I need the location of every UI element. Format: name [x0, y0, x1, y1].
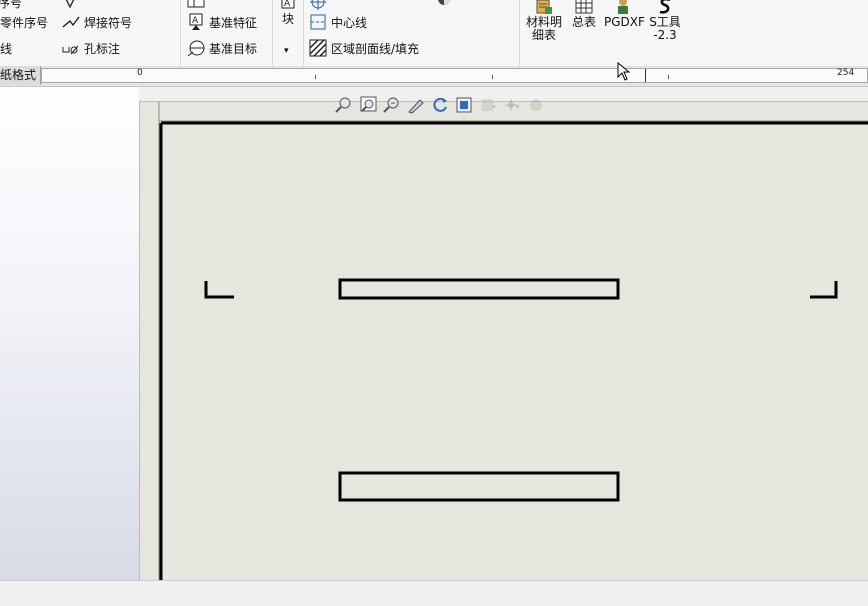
status-bar: [0, 580, 868, 606]
block-icon: A: [279, 0, 297, 12]
table-icon: [575, 0, 593, 15]
title-box-top[interactable]: [338, 278, 620, 300]
datum-feature-icon: A: [187, 13, 205, 31]
part-balloon-button[interactable]: 零件序号: [0, 12, 48, 32]
revision-symbol-button[interactable]: [435, 0, 457, 12]
weld-symbol-button[interactable]: 焊接符号: [62, 12, 132, 32]
summary-table-button[interactable]: 总表: [568, 0, 600, 29]
ribbon-separator: [180, 0, 181, 66]
weld-symbol-label: 焊接符号: [84, 15, 133, 30]
zoom-to-area-icon[interactable]: [358, 96, 378, 114]
command-ribbon: 序号 零件序号 线 焊接符号 孔标注 A 基准特征 基准目标 A 块 ▾ 中心线…: [0, 0, 868, 67]
pgdxf-label: PGDXF: [604, 15, 645, 29]
corner-mark-right: [810, 281, 838, 299]
geometric-tolerance-button[interactable]: [187, 0, 209, 12]
previous-view-icon[interactable]: [382, 96, 402, 114]
hide-show-items-icon[interactable]: ▾: [502, 96, 522, 114]
datum-target-icon: [187, 39, 205, 57]
feature-manager-pane: [0, 87, 139, 580]
center-mark-button[interactable]: [309, 0, 331, 12]
s-tool-label-line2: -2.3: [653, 28, 677, 42]
area-hatch-button[interactable]: 区域剖面线/填充: [309, 38, 419, 58]
sheet-tab-bar: 纸格式 0 254: [0, 66, 868, 87]
drawing-canvas: [158, 102, 868, 581]
s-tool-icon: [656, 0, 674, 15]
line-label: 线: [0, 41, 13, 56]
appearance-icon[interactable]: [526, 96, 546, 114]
bom-icon: [535, 0, 553, 15]
ribbon-cut-item[interactable]: 序号: [0, 0, 22, 12]
horizontal-ruler: 0 254: [41, 68, 868, 83]
surface-finish-icon: [62, 0, 80, 11]
area-hatch-label: 区域剖面线/填充: [331, 41, 420, 56]
centerline-label: 中心线: [331, 15, 368, 30]
area-hatch-icon: [309, 39, 327, 57]
block-button[interactable]: A 块: [278, 0, 298, 26]
line-button[interactable]: 线: [0, 38, 12, 58]
display-style-icon[interactable]: ▾: [478, 96, 498, 114]
svg-text:A: A: [284, 0, 291, 9]
bom-button[interactable]: 材料明 细表: [524, 0, 564, 42]
datum-feature-button[interactable]: A 基准特征: [187, 12, 257, 32]
drawing-sheet[interactable]: [139, 101, 868, 581]
block-label: 块: [281, 12, 294, 26]
rotate-view-icon[interactable]: [430, 96, 450, 114]
weld-symbol-icon: [62, 13, 80, 31]
hole-callout-label: 孔标注: [84, 41, 121, 56]
hole-callout-button[interactable]: 孔标注: [62, 38, 120, 58]
sketch-tool-icon[interactable]: [406, 96, 426, 114]
corner-mark-left: [204, 281, 234, 299]
view-orientation-icon[interactable]: [454, 96, 474, 114]
svg-text:A: A: [192, 16, 199, 26]
center-mark-icon: [309, 0, 327, 11]
hole-callout-icon: [62, 39, 80, 57]
summary-table-label: 总表: [571, 15, 596, 29]
svg-text:▾: ▾: [516, 103, 520, 111]
ribbon-separator: [519, 0, 520, 66]
zoom-to-fit-icon[interactable]: [334, 96, 354, 114]
centerline-icon: [309, 13, 327, 31]
bom-label-line2: 细表: [531, 28, 556, 42]
title-box-bottom[interactable]: [338, 471, 620, 502]
ruler-start-label: 0: [137, 68, 143, 78]
block-dropdown-icon[interactable]: ▾: [284, 46, 289, 56]
tab-sheet-format[interactable]: 纸格式: [0, 66, 41, 85]
ruler-tick: [492, 75, 493, 79]
svg-text:▾: ▾: [492, 103, 496, 111]
ruler-end-label: 254: [837, 68, 855, 78]
part-balloon-label: 零件序号: [0, 15, 49, 30]
revision-symbol-icon: [435, 0, 453, 11]
datum-target-label: 基准目标: [209, 41, 258, 56]
heads-up-view-toolbar: ▾ ▾: [334, 95, 546, 115]
ruler-tick: [315, 75, 316, 79]
surface-finish-button[interactable]: [62, 0, 84, 12]
mouse-cursor-icon: [617, 62, 631, 81]
ruler-marker: [645, 69, 646, 82]
pgdxf-icon: [614, 0, 632, 15]
sheet-border: [158, 102, 868, 581]
ribbon-separator: [272, 0, 273, 66]
centerline-button[interactable]: 中心线: [309, 12, 367, 32]
s-tool-button[interactable]: S工具 -2.3: [646, 0, 684, 42]
datum-feature-label: 基准特征: [209, 15, 258, 30]
datum-target-button[interactable]: 基准目标: [187, 38, 257, 58]
ruler-tick: [668, 75, 669, 79]
geometric-tolerance-icon: [187, 0, 205, 11]
pgdxf-button[interactable]: PGDXF: [604, 0, 645, 29]
ribbon-separator: [303, 0, 304, 66]
